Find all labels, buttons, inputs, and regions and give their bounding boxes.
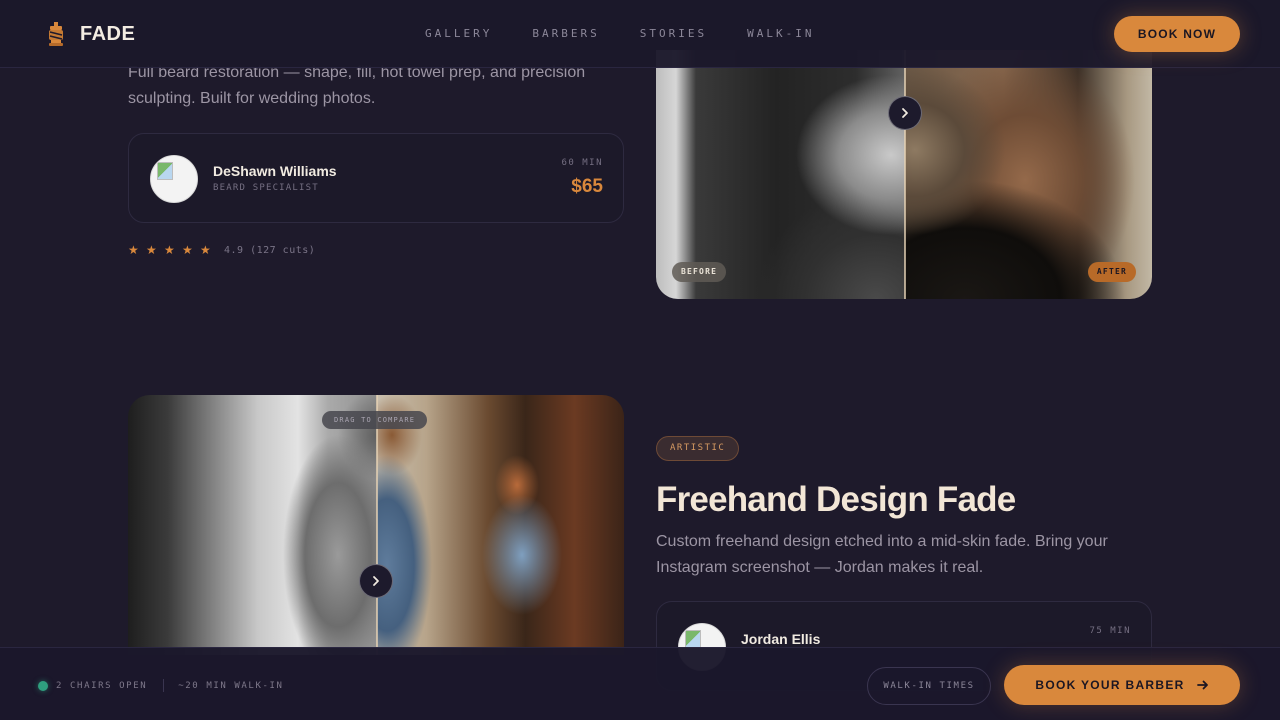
availability-status: 2 CHAIRS OPEN ~20 MIN WALK-IN <box>38 679 284 692</box>
nav-stories[interactable]: STORIES <box>640 27 707 40</box>
arrow-right-icon <box>1196 680 1208 690</box>
walk-in-wait: ~20 MIN WALK-IN <box>178 680 284 691</box>
nav-gallery[interactable]: GALLERY <box>425 27 492 40</box>
book-your-barber-button[interactable]: BOOK YOUR BARBER <box>1004 665 1240 705</box>
service-price: $65 <box>571 176 603 197</box>
book-now-button[interactable]: BOOK NOW <box>1114 16 1240 52</box>
slider-handle[interactable] <box>359 564 393 598</box>
barber-name: Jordan Ellis <box>741 631 821 647</box>
after-label: AFTER <box>1087 262 1136 282</box>
slider-divider[interactable] <box>376 395 378 655</box>
service-title: Freehand Design Fade <box>656 480 1016 519</box>
service-description: Custom freehand design etched into a mid… <box>656 533 1108 576</box>
site-header: FADE GALLERY BARBERS STORIES WALK-IN BOO… <box>0 0 1280 68</box>
chevron-right-icon <box>373 576 379 586</box>
after-image <box>377 395 624 655</box>
walk-in-times-button[interactable]: WALK-IN TIMES <box>867 667 991 705</box>
sticky-booking-bar: 2 CHAIRS OPEN ~20 MIN WALK-IN WALK-IN TI… <box>0 647 1280 720</box>
nav-walk-in[interactable]: WALK-IN <box>747 27 814 40</box>
chevron-right-icon <box>902 108 908 118</box>
before-after-slider[interactable]: BEFORE AFTER <box>656 50 1152 299</box>
service-duration: 60 MIN <box>561 158 603 168</box>
book-your-barber-label: BOOK YOUR BARBER <box>1035 678 1185 692</box>
rating: ★ ★ ★ ★ ★ 4.9 (127 cuts) <box>128 243 315 257</box>
star-icon: ★ <box>164 243 175 257</box>
star-icon: ★ <box>146 243 157 257</box>
category-badge: ARTISTIC <box>656 436 740 461</box>
rating-text: 4.9 (127 cuts) <box>224 244 316 256</box>
nav-barbers[interactable]: BARBERS <box>532 27 599 40</box>
main-nav: GALLERY BARBERS STORIES WALK-IN <box>425 27 814 40</box>
status-dot-icon <box>38 680 48 691</box>
star-icon: ★ <box>200 243 211 257</box>
barber-card[interactable]: DeShawn Williams BEARD SPECIALIST 60 MIN… <box>128 133 624 223</box>
barber-name: DeShawn Williams <box>213 163 337 179</box>
chairs-open: 2 CHAIRS OPEN <box>56 680 148 691</box>
avatar <box>150 155 198 203</box>
barber-pole-icon <box>49 22 63 46</box>
before-after-slider[interactable]: DRAG TO COMPARE <box>128 395 624 655</box>
logo-text: FADE <box>80 22 136 45</box>
divider <box>163 679 165 692</box>
barber-role: BEARD SPECIALIST <box>213 183 319 193</box>
drag-hint: DRAG TO COMPARE <box>322 411 428 429</box>
before-image <box>128 395 377 655</box>
service-duration: 75 MIN <box>1089 626 1131 636</box>
before-label: BEFORE <box>672 262 727 282</box>
star-icon: ★ <box>128 243 139 257</box>
star-icon: ★ <box>182 243 193 257</box>
slider-divider[interactable] <box>904 50 906 299</box>
logo[interactable]: FADE <box>46 22 135 46</box>
slider-handle[interactable] <box>888 96 922 130</box>
